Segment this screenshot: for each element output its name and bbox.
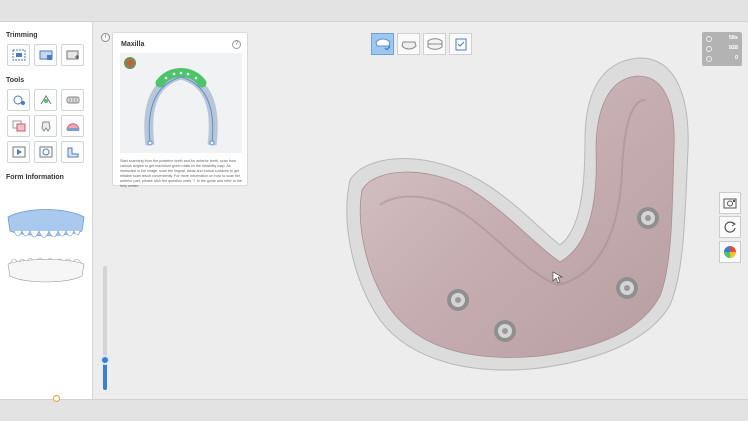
tab-review[interactable] [449, 33, 472, 55]
tool-button-1[interactable] [7, 89, 30, 111]
guide-illustration [120, 53, 242, 153]
tool-button-4[interactable] [7, 115, 30, 137]
maxilla-scan-icon [374, 38, 391, 50]
rotate-reset-icon [724, 221, 736, 233]
tab-occlusion-scan[interactable] [423, 33, 446, 55]
tool-button-8[interactable] [34, 141, 57, 163]
scan-stats-panel: 58s 928 0 [702, 32, 742, 66]
guide-instructions: Start scanning from the posterior teeth … [120, 159, 242, 188]
checklist-icon [455, 38, 466, 51]
mandible-scan-icon [400, 41, 417, 50]
lasso-icon [13, 95, 25, 105]
maxilla-form-thumbnail[interactable] [6, 209, 86, 245]
scan-time: 58s [728, 35, 738, 41]
reset-counter-icon [706, 56, 712, 62]
frame-count: 928 [728, 45, 738, 51]
status-bar [0, 399, 748, 421]
brush-icon [40, 95, 51, 105]
occlusion-scan-icon [427, 38, 442, 50]
tool-button-7[interactable] [7, 141, 30, 163]
left-panel: Trimming Tools Form Information [0, 22, 93, 399]
reliability-map-icon [724, 246, 736, 258]
reset-view-button[interactable] [719, 216, 741, 238]
mandible-form-thumbnail[interactable] [6, 252, 86, 286]
implant-abutment [616, 277, 638, 299]
tooth-icon [40, 121, 51, 132]
tab-mandible-scan[interactable] [397, 33, 420, 55]
notification-indicator[interactable] [53, 395, 60, 402]
screenshot-button[interactable] [719, 192, 741, 214]
vertical-slider-handle[interactable] [100, 355, 110, 365]
title-bar [0, 0, 748, 22]
form-information-label: Form Information [6, 174, 64, 181]
play-video-icon [12, 146, 25, 158]
measure-icon [67, 147, 78, 158]
timer-icon [706, 36, 712, 42]
reliability-map-button[interactable] [719, 241, 741, 263]
tool-button-9[interactable] [61, 141, 84, 163]
tools-label: Tools [6, 77, 25, 84]
teeth-row-icon [66, 96, 79, 104]
trim-lock-button[interactable] [34, 44, 57, 66]
frames-icon [706, 46, 712, 52]
trim-unlock-button[interactable] [61, 44, 84, 66]
info-icon[interactable]: i [101, 33, 110, 42]
implant-abutment [494, 320, 516, 342]
guide-title: Maxilla [121, 41, 145, 48]
implant-abutment [447, 289, 469, 311]
trim-lock-icon [39, 50, 52, 60]
gingiva-icon [65, 123, 80, 131]
trimming-label: Trimming [6, 32, 38, 39]
scan-guide-panel: Maxilla ? Start scanning from the poster… [112, 32, 248, 188]
overlap-icon [12, 120, 25, 132]
tool-button-3[interactable] [61, 89, 84, 111]
tool-button-6[interactable] [61, 115, 84, 137]
trim-select-area-button[interactable] [7, 44, 30, 66]
selection-icon [12, 49, 25, 61]
help-question-icon[interactable]: ? [232, 40, 241, 49]
tool-button-5[interactable] [34, 115, 57, 137]
counter-value: 0 [734, 55, 738, 61]
capture-icon [39, 146, 52, 158]
trim-unlock-icon [66, 50, 79, 60]
tool-button-2[interactable] [34, 89, 57, 111]
arch-scan-path-diagram [124, 57, 218, 146]
screenshot-camera-icon [723, 198, 737, 209]
implant-abutment [637, 207, 659, 229]
tab-maxilla-scan[interactable] [371, 33, 394, 55]
